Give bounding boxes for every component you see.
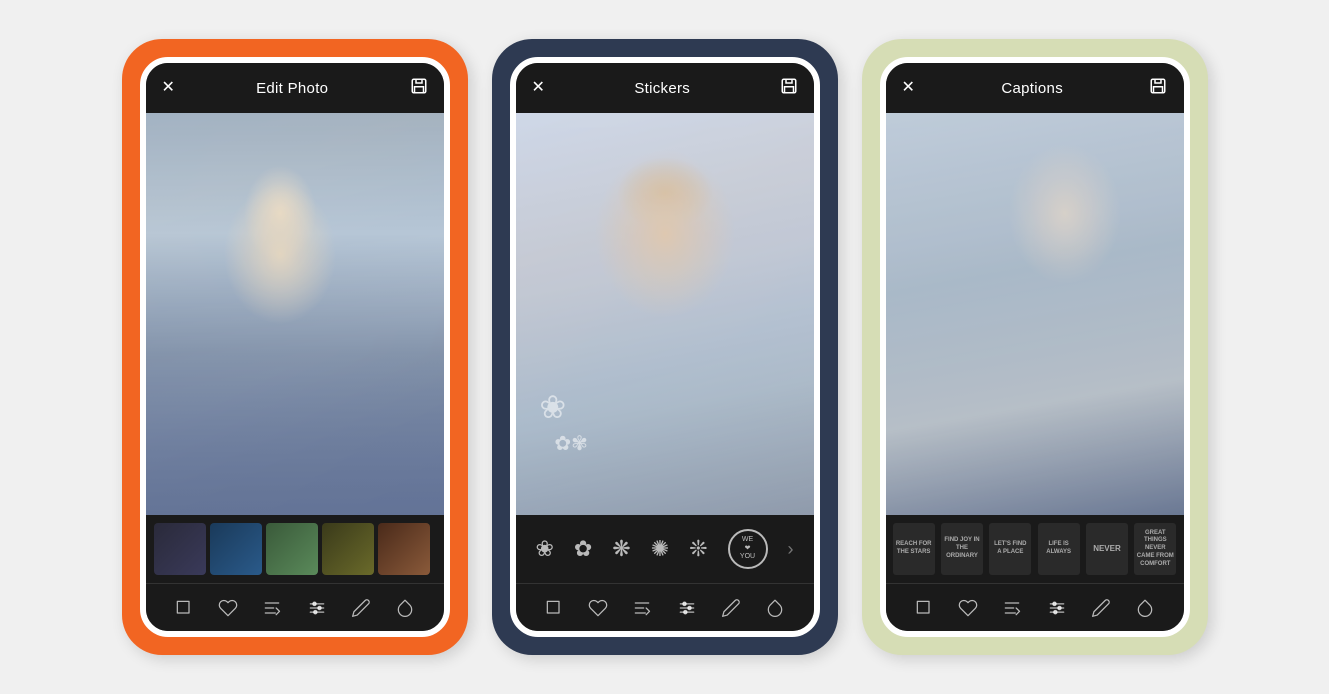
save-icon-2[interactable] xyxy=(780,77,798,99)
phone-header-1: ✕ Edit Photo xyxy=(146,63,444,113)
header-title-2: Stickers xyxy=(634,80,690,97)
sticker-5[interactable]: ❊ xyxy=(689,536,707,562)
text-tool-3[interactable] xyxy=(996,592,1028,624)
crop-tool-3[interactable] xyxy=(908,592,940,624)
save-icon-3[interactable] xyxy=(1149,77,1167,99)
drop-tool-2[interactable] xyxy=(759,592,791,624)
caption-5[interactable]: NEVER xyxy=(1086,523,1128,575)
text-tool-2[interactable] xyxy=(626,592,658,624)
adjust-tool-3[interactable] xyxy=(1041,592,1073,624)
thumbnail-1[interactable] xyxy=(154,523,206,575)
phone-header-2: ✕ Stickers xyxy=(516,63,814,113)
sticker-placed: ❀✿✾ xyxy=(539,391,588,455)
photo-area-2: ❀✿✾ xyxy=(516,113,814,515)
sticker-1[interactable]: ❀ xyxy=(535,536,553,562)
thumbnail-3[interactable] xyxy=(266,523,318,575)
caption-2[interactable]: find joy in the ordinary xyxy=(941,523,983,575)
text-tool[interactable] xyxy=(256,592,288,624)
photo-area-1 xyxy=(146,113,444,515)
bottom-toolbar-3 xyxy=(886,583,1184,631)
pen-tool[interactable] xyxy=(345,592,377,624)
caption-4[interactable]: LIFE IS ALWAYS xyxy=(1038,523,1080,575)
thumbnail-strip-1 xyxy=(146,515,444,583)
header-title-3: Captions xyxy=(1001,80,1063,97)
drop-tool[interactable] xyxy=(389,592,421,624)
bottom-toolbar-1 xyxy=(146,583,444,631)
heart-tool-2[interactable] xyxy=(582,592,614,624)
heart-tool-3[interactable] xyxy=(952,592,984,624)
close-icon-1[interactable]: ✕ xyxy=(162,80,175,96)
sticker-2[interactable]: ✿ xyxy=(574,536,592,562)
phone-header-3: ✕ Captions xyxy=(886,63,1184,113)
header-title-1: Edit Photo xyxy=(256,80,328,97)
save-icon-1[interactable] xyxy=(410,77,428,99)
caption-strip: reach for the stars find joy in the ordi… xyxy=(886,515,1184,583)
crop-tool[interactable] xyxy=(168,592,200,624)
sticker-3[interactable]: ❋ xyxy=(612,536,630,562)
sticker-strip: ❀ ✿ ❋ ✺ ❊ WE❤YOU › xyxy=(516,515,814,583)
close-icon-2[interactable]: ✕ xyxy=(532,80,545,96)
phone-edit-photo: ✕ Edit Photo xyxy=(122,39,468,655)
adjust-tool-2[interactable] xyxy=(671,592,703,624)
phone-frame-2: ✕ Stickers ❀✿✾ ❀ ✿ ❋ ✺ ❊ WE❤YOU xyxy=(510,57,820,637)
crop-tool-2[interactable] xyxy=(538,592,570,624)
phone-frame-3: ✕ Captions reach for the stars find joy … xyxy=(880,57,1190,637)
phones-container: ✕ Edit Photo xyxy=(102,19,1228,675)
close-icon-3[interactable]: ✕ xyxy=(902,80,915,96)
phone-frame-1: ✕ Edit Photo xyxy=(140,57,450,637)
caption-3[interactable]: LET'S FIND A PLACE xyxy=(989,523,1031,575)
adjust-tool[interactable] xyxy=(301,592,333,624)
thumbnail-2[interactable] xyxy=(210,523,262,575)
sticker-more: › xyxy=(787,539,793,560)
pen-tool-3[interactable] xyxy=(1085,592,1117,624)
caption-1[interactable]: reach for the stars xyxy=(893,523,935,575)
photo-area-3 xyxy=(886,113,1184,515)
phone-captions: ✕ Captions reach for the stars find joy … xyxy=(862,39,1208,655)
heart-tool[interactable] xyxy=(212,592,244,624)
bottom-toolbar-2 xyxy=(516,583,814,631)
thumbnail-5[interactable] xyxy=(378,523,430,575)
thumbnail-4[interactable] xyxy=(322,523,374,575)
phone-stickers: ✕ Stickers ❀✿✾ ❀ ✿ ❋ ✺ ❊ WE❤YOU xyxy=(492,39,838,655)
we-love-badge[interactable]: WE❤YOU xyxy=(728,529,768,569)
sticker-4[interactable]: ✺ xyxy=(651,536,669,562)
caption-6[interactable]: Great things never came from comfort xyxy=(1134,523,1176,575)
drop-tool-3[interactable] xyxy=(1129,592,1161,624)
pen-tool-2[interactable] xyxy=(715,592,747,624)
